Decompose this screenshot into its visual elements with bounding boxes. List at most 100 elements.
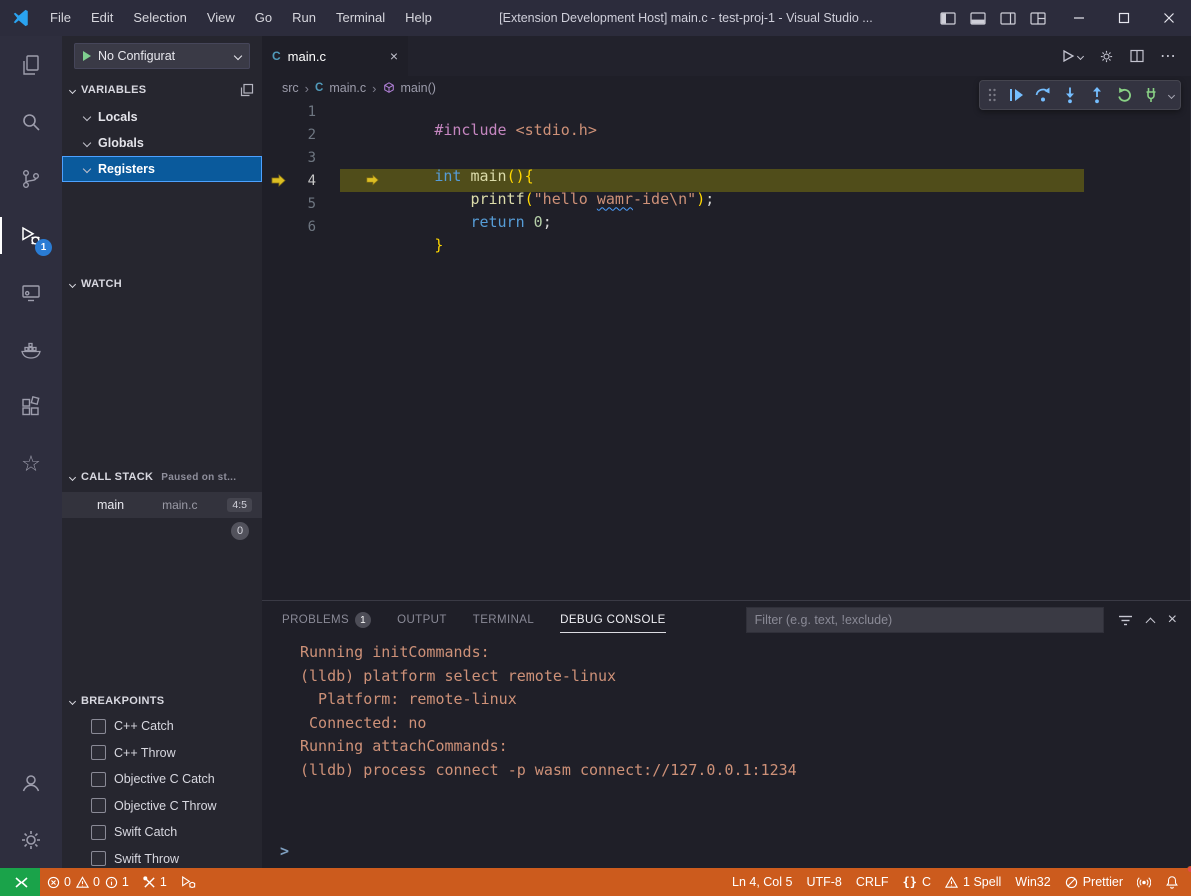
collapse-all-icon[interactable]	[240, 83, 254, 97]
account-icon[interactable]	[0, 754, 62, 811]
customize-layout-icon[interactable]	[1030, 12, 1046, 25]
breakpoint-row[interactable]: Swift Throw	[62, 846, 262, 869]
menu-item[interactable]: View	[197, 0, 245, 36]
tools-status[interactable]: 1	[136, 868, 174, 896]
breakpoint-gutter[interactable]	[262, 215, 292, 238]
variables-section-header[interactable]: VARIABLES	[62, 78, 262, 102]
breakpoint-row[interactable]: Objective C Throw	[62, 793, 262, 820]
minimize-button[interactable]	[1056, 0, 1101, 36]
breakpoint-checkbox[interactable]	[91, 851, 106, 866]
search-icon[interactable]	[0, 93, 62, 150]
split-editor-icon[interactable]	[1130, 49, 1144, 63]
tab-close-icon[interactable]: ×	[390, 48, 398, 64]
debug-configuration-dropdown[interactable]: No Configurat	[74, 43, 250, 69]
menu-item[interactable]: Help	[395, 0, 442, 36]
console-input-prompt[interactable]: >	[280, 842, 289, 860]
maximize-panel-icon[interactable]	[1145, 617, 1155, 627]
breakpoint-checkbox[interactable]	[91, 825, 106, 840]
formatter-status[interactable]: Prettier	[1058, 868, 1130, 896]
line-number[interactable]: 4	[292, 173, 316, 189]
breakpoint-row[interactable]: Objective C Catch	[62, 766, 262, 793]
debug-status-icon[interactable]	[174, 868, 203, 896]
close-panel-icon[interactable]: ×	[1168, 611, 1177, 629]
panel-tab[interactable]: OUTPUT	[397, 601, 447, 639]
variables-tree-row[interactable]: Globals	[62, 130, 262, 156]
debug-console-filter-input[interactable]	[746, 607, 1104, 633]
menu-item[interactable]: Go	[245, 0, 282, 36]
menu-item[interactable]: Terminal	[326, 0, 395, 36]
breakpoint-checkbox[interactable]	[91, 798, 106, 813]
menu-item[interactable]: File	[40, 0, 81, 36]
tab-main-c[interactable]: C main.c ×	[262, 36, 408, 76]
breakpoint-row[interactable]: C++ Throw	[62, 740, 262, 767]
close-button[interactable]	[1146, 0, 1191, 36]
breakpoint-checkbox[interactable]	[91, 719, 106, 734]
encoding-status[interactable]: UTF-8	[799, 868, 848, 896]
code-editor[interactable]: 1 #include <stdio.h> 2	[262, 100, 1191, 600]
extensions-icon[interactable]	[0, 378, 62, 435]
breakpoint-row[interactable]: Swift Catch	[62, 819, 262, 846]
broadcast-icon[interactable]	[1130, 868, 1158, 896]
run-and-debug-icon[interactable]: 1	[0, 207, 62, 264]
notifications-bell-icon[interactable]	[1158, 868, 1191, 896]
disconnect-icon[interactable]	[1142, 86, 1160, 104]
breakpoint-gutter[interactable]	[262, 123, 292, 146]
breakpoints-section-header[interactable]: BREAKPOINTS	[62, 689, 262, 713]
variables-tree-row[interactable]: Registers	[62, 156, 262, 182]
breakpoint-row[interactable]: C++ Catch	[62, 713, 262, 740]
remote-explorer-icon[interactable]	[0, 264, 62, 321]
call-stack-status: Paused on st...	[161, 472, 236, 483]
editor-settings-gear-icon[interactable]	[1099, 49, 1114, 64]
platform-status[interactable]: Win32	[1008, 868, 1057, 896]
eol-status[interactable]: CRLF	[849, 868, 896, 896]
debug-configuration-label: No Configurat	[98, 49, 235, 63]
call-stack-section-header[interactable]: CALL STACK Paused on st...	[62, 465, 262, 489]
breakpoint-checkbox[interactable]	[91, 772, 106, 787]
toggle-panel-icon[interactable]	[970, 12, 986, 25]
step-into-icon[interactable]	[1061, 86, 1079, 104]
panel-tab[interactable]: PROBLEMS 1	[282, 601, 371, 639]
toggle-secondary-sidebar-icon[interactable]	[1000, 12, 1016, 25]
filter-icon[interactable]	[1118, 614, 1133, 627]
breadcrumb-folder[interactable]: src	[282, 81, 299, 95]
call-stack-frame-row[interactable]: main main.c 4:5	[62, 492, 262, 518]
explorer-icon[interactable]	[0, 36, 62, 93]
more-actions-icon[interactable]: ⋯	[1160, 46, 1177, 66]
variables-tree-row[interactable]: Locals	[62, 104, 262, 130]
breakpoint-checkbox[interactable]	[91, 745, 106, 760]
step-over-icon[interactable]	[1034, 86, 1052, 104]
line-number[interactable]: 1	[292, 104, 316, 120]
maximize-button[interactable]	[1101, 0, 1146, 36]
step-out-icon[interactable]	[1088, 86, 1106, 104]
debug-console-output[interactable]: Running initCommands:(lldb) platform sel…	[262, 639, 1191, 868]
spell-checker-status[interactable]: 1 Spell	[938, 868, 1008, 896]
panel-tab[interactable]: TERMINAL	[473, 601, 534, 639]
cursor-position[interactable]: Ln 4, Col 5	[725, 868, 799, 896]
breakpoint-gutter[interactable]	[262, 192, 292, 215]
marketplace-star-icon[interactable]: ☆	[0, 435, 62, 492]
line-number[interactable]: 5	[292, 196, 316, 212]
breakpoint-gutter[interactable]	[262, 169, 292, 192]
language-mode[interactable]: {} C	[896, 868, 938, 896]
breakpoint-gutter[interactable]	[262, 100, 292, 123]
watch-section-header[interactable]: WATCH	[62, 272, 262, 296]
debug-toolbar-chevron-icon[interactable]	[1168, 91, 1175, 98]
restart-icon[interactable]	[1115, 86, 1133, 104]
remote-indicator[interactable]	[0, 868, 40, 896]
line-number[interactable]: 3	[292, 150, 316, 166]
source-control-icon[interactable]	[0, 150, 62, 207]
line-number[interactable]: 2	[292, 127, 316, 143]
breakpoint-gutter[interactable]	[262, 146, 292, 169]
menu-item[interactable]: Selection	[123, 0, 196, 36]
problems-status[interactable]: 0 0 1	[40, 868, 136, 896]
toolbar-drag-handle[interactable]	[986, 86, 998, 104]
toggle-sidebar-icon[interactable]	[940, 12, 956, 25]
run-file-dropdown-icon[interactable]	[1061, 49, 1083, 63]
menu-item[interactable]: Edit	[81, 0, 123, 36]
line-number[interactable]: 6	[292, 219, 316, 235]
menu-item[interactable]: Run	[282, 0, 326, 36]
continue-icon[interactable]	[1007, 86, 1025, 104]
panel-tab[interactable]: DEBUG CONSOLE	[560, 601, 666, 639]
docker-icon[interactable]	[0, 321, 62, 378]
settings-gear-icon[interactable]	[0, 811, 62, 868]
